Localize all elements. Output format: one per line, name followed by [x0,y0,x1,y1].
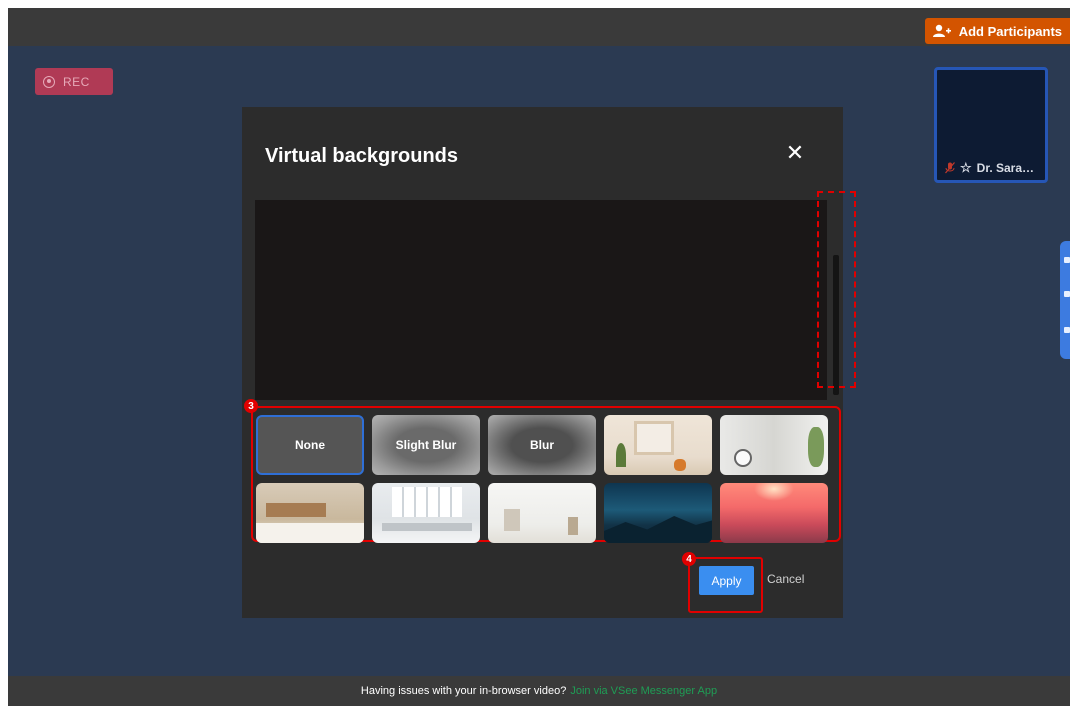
record-button[interactable]: REC [35,68,113,95]
participant-name: Dr. Sara… [976,161,1035,175]
mic-muted-icon [945,162,955,174]
people-icon [1064,291,1070,297]
video-preview [255,200,827,400]
record-label: REC [63,74,90,89]
option-label: Slight Blur [395,438,457,452]
record-icon [43,75,55,88]
background-option-blur[interactable]: Blur [488,415,596,475]
mountain [604,516,712,543]
desk [382,523,472,531]
plant [808,427,824,467]
annotation-step-badge: 4 [682,552,696,566]
arrow-icon [1064,327,1070,333]
windows [392,487,462,517]
side-panel-tab[interactable] [1060,241,1070,359]
shelf [266,503,326,517]
option-label: None [295,438,325,452]
background-option-slight-blur[interactable]: Slight Blur [372,415,480,475]
apply-button[interactable]: Apply [699,566,754,595]
virtual-backgrounds-dialog: Virtual backgrounds ✕ 3 None Slight Blur… [242,107,856,618]
footer-bar: Having issues with your in-browser video… [8,676,1070,706]
plant [616,443,626,467]
lamp [504,509,520,531]
clock [734,449,752,467]
annotation-scroll-highlight [817,191,856,388]
background-option-shelves[interactable] [256,483,364,543]
add-participants-label: Add Participants [958,23,1062,39]
background-option-white-office[interactable] [372,483,480,543]
background-option-night-mountains[interactable] [604,483,712,543]
dialog-title: Virtual backgrounds [265,145,459,167]
participant-tile-footer: ☆ Dr. Sara… [937,160,1045,176]
chat-icon [1064,257,1070,263]
participant-tile[interactable]: ☆ Dr. Sara… [934,67,1048,183]
sun-glow [754,483,794,501]
picture-frame [634,421,674,455]
close-icon[interactable]: ✕ [783,140,807,165]
background-option-room-frame[interactable] [604,415,712,475]
background-option-blurred-office[interactable] [720,415,828,475]
orange-vase [674,459,686,471]
option-label: Blur [530,438,554,452]
footer-message: Having issues with your in-browser video… [360,685,567,697]
star-icon[interactable]: ☆ [960,160,972,176]
background-option-bright-room[interactable] [488,483,596,543]
annotation-step-badge: 3 [244,399,258,413]
cancel-button[interactable]: Cancel [767,572,804,586]
vase [568,517,578,535]
add-participants-button[interactable]: Add Participants [924,18,1070,44]
cabinet [256,523,364,543]
add-user-icon [932,24,951,37]
messenger-app-link[interactable]: Join via VSee Messenger App [570,685,717,697]
background-option-sunset[interactable] [720,483,828,543]
background-option-none[interactable]: None [256,415,364,475]
top-bar: Add Participants [8,8,1070,46]
